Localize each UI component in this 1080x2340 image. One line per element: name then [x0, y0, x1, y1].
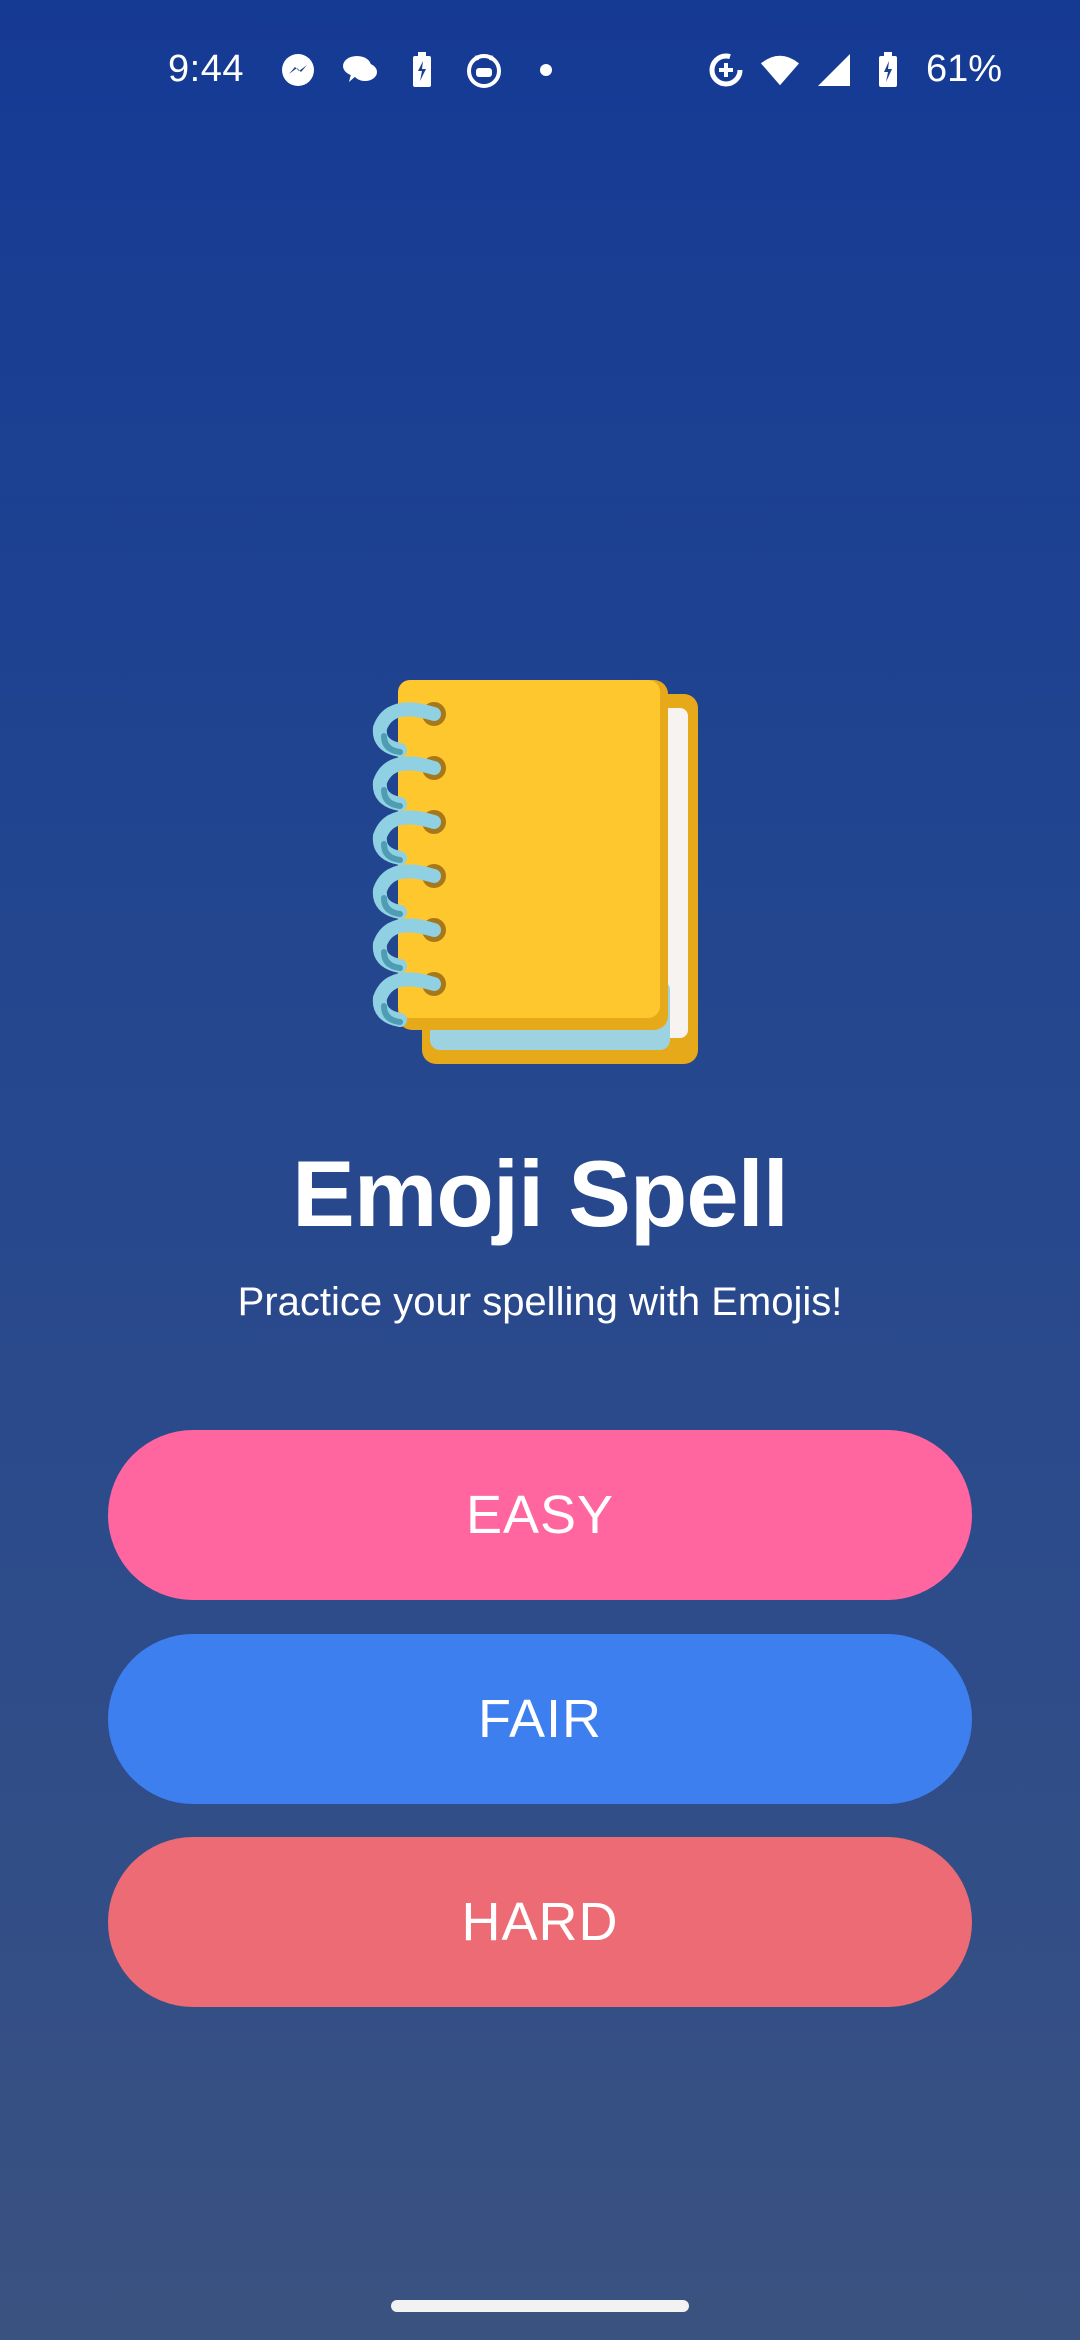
- app-title: Emoji Spell: [292, 1141, 789, 1246]
- system-icons: 61%: [706, 48, 1002, 91]
- data-saver-icon: [706, 50, 746, 90]
- dot-icon: [526, 50, 566, 90]
- app-subtitle: Practice your spelling with Emojis!: [237, 1280, 843, 1324]
- status-bar: 9:44 61%: [0, 0, 1080, 140]
- home-indicator[interactable]: [391, 2300, 689, 2312]
- fair-button[interactable]: FAIR: [108, 1634, 972, 1804]
- hard-button[interactable]: HARD: [108, 1837, 972, 2007]
- chat-icon: [340, 50, 380, 90]
- easy-button[interactable]: EASY: [108, 1430, 972, 1600]
- notification-icons: [278, 50, 566, 90]
- cat-face-icon: [464, 50, 504, 90]
- wifi-icon: [760, 50, 800, 90]
- signal-icon: [814, 50, 854, 90]
- battery-charging-icon: [868, 50, 908, 90]
- status-time: 9:44: [168, 48, 244, 90]
- messenger-icon: [278, 50, 318, 90]
- battery-percentage: 61%: [925, 48, 1002, 90]
- battery-saver-icon: [402, 50, 442, 90]
- spiral-notepad-icon: [370, 680, 710, 1070]
